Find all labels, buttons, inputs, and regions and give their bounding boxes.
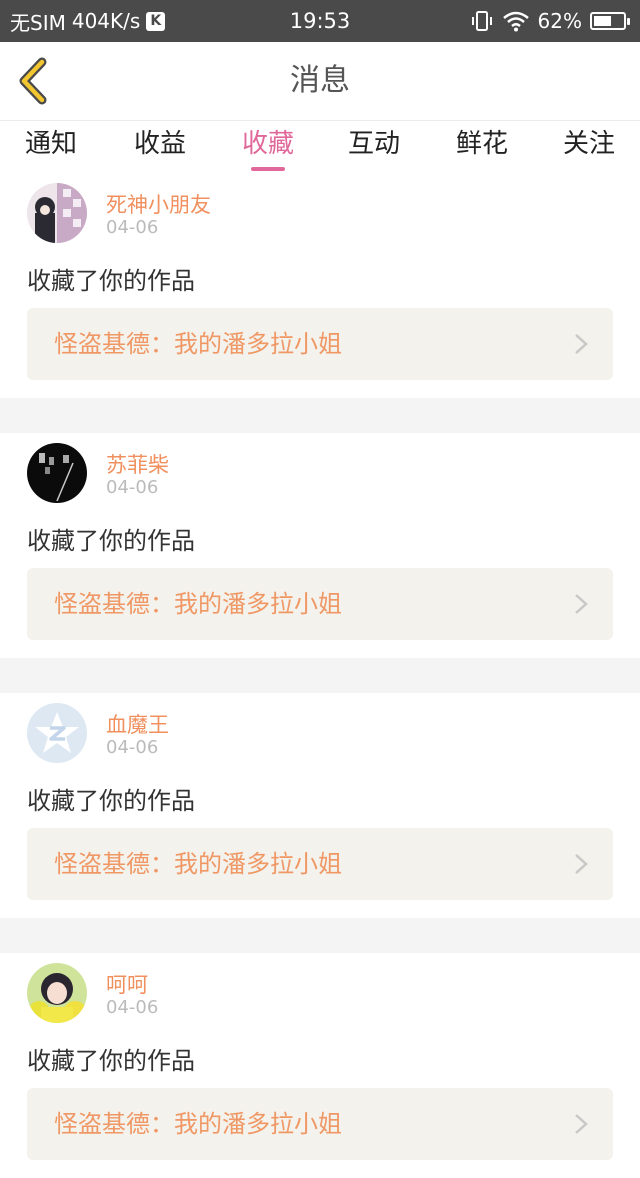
wifi-icon [502,11,529,32]
tab-flowers[interactable]: 鲜花 [456,121,508,173]
default-avatar-icon [27,703,87,763]
tab-follows[interactable]: 关注 [563,121,615,173]
username[interactable]: 死神小朋友 [106,189,211,219]
divider [0,658,640,693]
message-item: 死神小朋友 04-06 收藏了你的作品 怪盗基德：我的潘多拉小姐 [0,173,640,398]
dark-art-avatar-icon [27,443,87,503]
avatar[interactable] [27,443,87,503]
chevron-right-icon [575,594,588,614]
message-item: 呵呵 04-06 收藏了你的作品 怪盗基德：我的潘多拉小姐 [0,953,640,1178]
work-title: 怪盗基德：我的潘多拉小姐 [54,590,342,618]
work-title: 怪盗基德：我的潘多拉小姐 [54,1110,342,1138]
tab-bar: 通知 收益 收藏 互动 鲜花 关注 [0,121,640,173]
chevron-right-icon [575,1114,588,1134]
tab-notifications[interactable]: 通知 [25,121,77,173]
chevron-right-icon [575,854,588,874]
action-text: 收藏了你的作品 [27,267,195,295]
page-title: 消息 [290,63,350,98]
action-text: 收藏了你的作品 [27,527,195,555]
action-text: 收藏了你的作品 [27,1047,195,1075]
battery-icon [590,12,630,30]
action-text: 收藏了你的作品 [27,787,195,815]
work-link[interactable]: 怪盗基德：我的潘多拉小姐 [27,308,613,380]
work-link[interactable]: 怪盗基德：我的潘多拉小姐 [27,828,613,900]
tab-interactions[interactable]: 互动 [348,121,400,173]
anime-avatar-icon [27,183,87,243]
nav-bar: 消息 [0,42,640,121]
avatar[interactable] [27,703,87,763]
message-list: 死神小朋友 04-06 收藏了你的作品 怪盗基德：我的潘多拉小姐 苏菲柴 04-… [0,173,640,1178]
work-link[interactable]: 怪盗基德：我的潘多拉小姐 [27,568,613,640]
timestamp: 04-06 [106,737,159,758]
message-item: 苏菲柴 04-06 收藏了你的作品 怪盗基德：我的潘多拉小姐 [0,433,640,658]
message-item: 血魔王 04-06 收藏了你的作品 怪盗基德：我的潘多拉小姐 [0,693,640,918]
tab-favorites[interactable]: 收藏 [242,121,294,173]
vibrate-icon [471,11,492,31]
timestamp: 04-06 [106,997,159,1018]
work-title: 怪盗基德：我的潘多拉小姐 [54,850,342,878]
username[interactable]: 呵呵 [106,969,148,999]
work-title: 怪盗基德：我的潘多拉小姐 [54,330,342,358]
timestamp: 04-06 [106,477,159,498]
avatar[interactable] [27,963,87,1023]
battery-level [594,16,611,26]
chevron-right-icon [575,334,588,354]
avatar[interactable] [27,183,87,243]
work-link[interactable]: 怪盗基德：我的潘多拉小姐 [27,1088,613,1160]
battery-percent: 62% [537,9,582,33]
timestamp: 04-06 [106,217,159,238]
username[interactable]: 血魔王 [106,709,169,739]
status-bar: 无SIM 404K/s K 19:53 62% [0,0,640,42]
divider [0,398,640,433]
username[interactable]: 苏菲柴 [106,449,169,479]
divider [0,918,640,953]
status-right: 62% [462,0,630,42]
tab-earnings[interactable]: 收益 [134,121,186,173]
girl-photo-avatar-icon [27,963,87,1023]
active-tab-indicator [251,167,285,171]
